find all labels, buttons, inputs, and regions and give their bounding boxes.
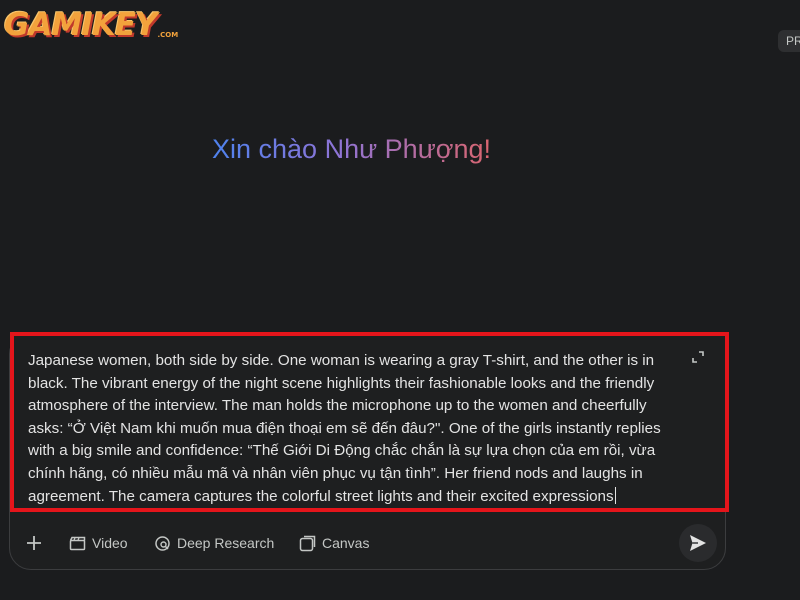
plus-icon xyxy=(27,536,41,550)
gamikey-logo: GAMIKEY .COM xyxy=(4,10,178,41)
canvas-icon xyxy=(299,535,316,551)
send-icon xyxy=(690,535,706,551)
expand-icon[interactable] xyxy=(691,350,705,364)
prompt-text-area[interactable]: Japanese women, both side by side. One w… xyxy=(28,350,678,508)
video-label: Video xyxy=(92,535,128,551)
composer-toolbar: Video Deep Research Canvas xyxy=(9,520,726,566)
app-window: GAMIKEY .COM PR Xin chào Như Phượng! Jap… xyxy=(0,0,800,600)
research-icon xyxy=(155,535,170,551)
canvas-label: Canvas xyxy=(322,535,370,551)
send-button[interactable] xyxy=(679,524,717,562)
greeting-title: Xin chào Như Phượng! xyxy=(212,134,492,164)
canvas-button[interactable]: Canvas xyxy=(299,532,369,554)
deep-research-button[interactable]: Deep Research xyxy=(154,532,274,554)
profile-chip[interactable]: PR xyxy=(778,30,800,52)
profile-chip-label: PR xyxy=(786,34,800,48)
clapperboard-icon xyxy=(69,536,86,550)
prompt-input[interactable]: Japanese women, both side by side. One w… xyxy=(10,332,729,512)
logo-text: GAMIKEY xyxy=(4,7,157,43)
deep-research-label: Deep Research xyxy=(177,535,275,551)
logo-suffix: .COM xyxy=(157,31,179,39)
video-button[interactable]: Video xyxy=(69,532,128,554)
prompt-text: Japanese women, both side by side. One w… xyxy=(28,352,661,505)
text-caret xyxy=(614,486,616,504)
add-button[interactable] xyxy=(23,532,45,554)
